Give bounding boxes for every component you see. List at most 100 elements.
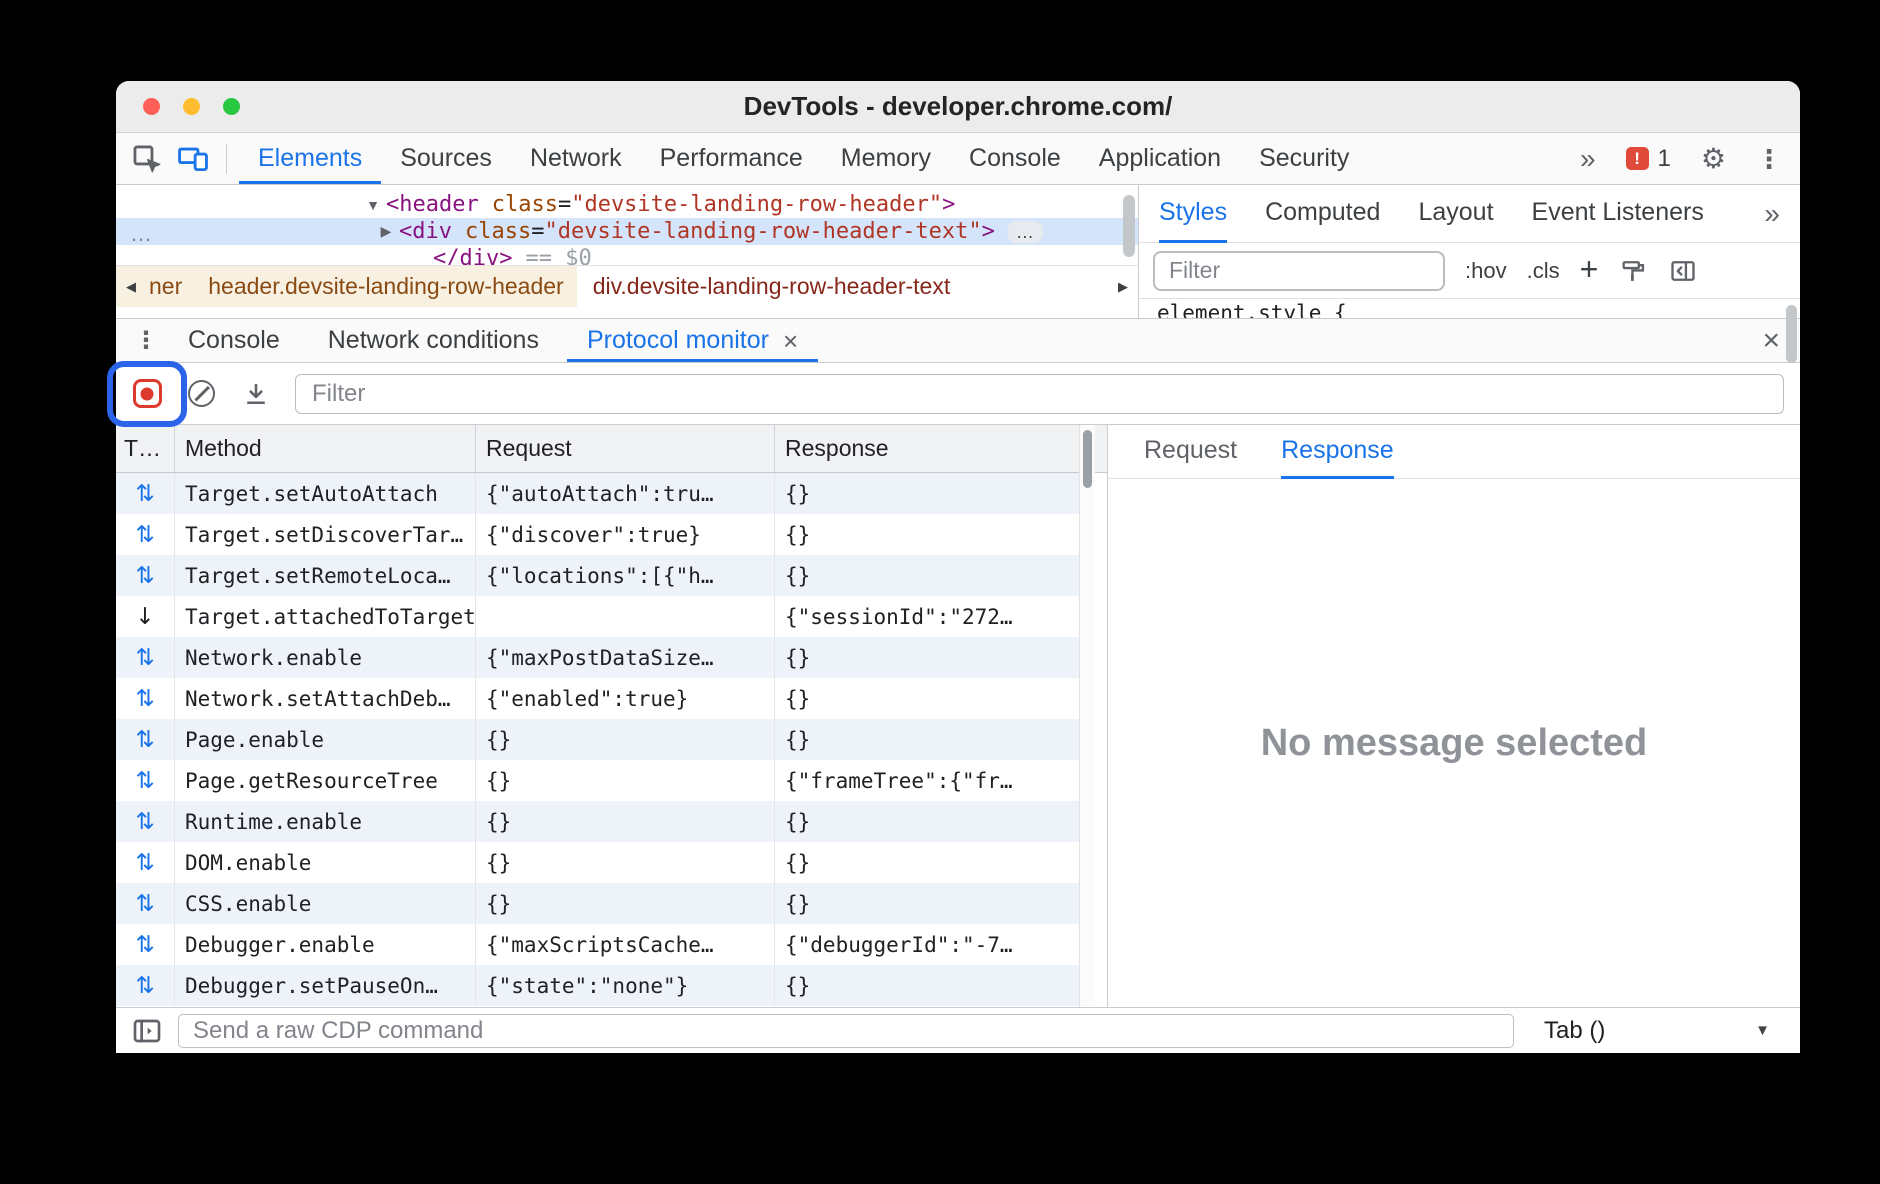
inspect-icon[interactable]	[130, 142, 164, 176]
record-button[interactable]	[133, 379, 162, 408]
direction-icon: ⇅	[116, 637, 175, 678]
toolbar-right-group: » ! 1 ⚙ ⋮	[1580, 145, 1782, 173]
expand-panel-icon[interactable]	[130, 1014, 164, 1048]
attr-name-token: class	[492, 192, 558, 217]
tab-elements[interactable]: Elements	[239, 133, 381, 184]
target-dropdown[interactable]: Tab () ▼	[1534, 1008, 1784, 1053]
drawer-tab-protocol-monitor[interactable]: Protocol monitor ×	[567, 319, 818, 362]
styles-tabs: Styles Computed Layout Event Listeners »	[1139, 185, 1800, 243]
more-sidebar-tabs-icon[interactable]: »	[1764, 200, 1780, 228]
clear-icon[interactable]	[188, 380, 215, 407]
table-scrollbar-thumb[interactable]	[1083, 430, 1092, 488]
table-row[interactable]: ⇅ Debugger.setPauseOn… {"state":"none"} …	[116, 965, 1080, 1006]
expand-open-icon[interactable]: ▼	[360, 197, 386, 213]
minimize-window-button[interactable]	[183, 98, 200, 115]
table-row[interactable]: ⇅ Runtime.enable {} {}	[116, 801, 1080, 842]
breadcrumb-right-arrow-icon[interactable]: ▶	[1108, 266, 1138, 307]
request-cell: {"autoAttach":tru…	[476, 473, 775, 514]
new-style-rule-button[interactable]: +	[1580, 251, 1599, 288]
close-tab-icon[interactable]: ×	[783, 328, 798, 354]
toggle-element-state-button[interactable]: :hov	[1465, 258, 1507, 284]
panels-area: ▼ <header class = "devsite-landing-row-h…	[116, 185, 1800, 319]
close-window-button[interactable]	[143, 98, 160, 115]
issues-badge[interactable]: ! 1	[1626, 145, 1671, 173]
tab-styles[interactable]: Styles	[1159, 185, 1227, 243]
tab-layout[interactable]: Layout	[1418, 185, 1493, 243]
empty-state-message: No message selected	[1261, 722, 1648, 765]
window-title: DevTools - developer.chrome.com/	[116, 91, 1800, 122]
table-scrollbar[interactable]	[1079, 425, 1095, 1007]
detail-tab-request[interactable]: Request	[1144, 425, 1237, 479]
table-row[interactable]: ⇅ Page.getResourceTree {} {"frameTree":{…	[116, 760, 1080, 801]
drawer-tab-label: Network conditions	[328, 326, 539, 355]
attr-value-token: "devsite-landing-row-header-text"	[544, 219, 981, 244]
table-row[interactable]: ⇅ DOM.enable {} {}	[116, 842, 1080, 883]
table-row[interactable]: ⇅ CSS.enable {} {}	[116, 883, 1080, 924]
tab-memory[interactable]: Memory	[822, 133, 950, 184]
direction-icon: ⇅	[116, 719, 175, 760]
tab-console[interactable]: Console	[950, 133, 1080, 184]
gutter-more-icon[interactable]: …	[130, 221, 154, 247]
request-cell: {}	[476, 719, 775, 760]
closing-tag-token: </div>	[433, 246, 512, 265]
panel-tabs: Elements Sources Network Performance Mem…	[239, 133, 1368, 184]
table-header-row: T… Method Request Response	[116, 425, 1107, 473]
record-button-anchor	[130, 377, 164, 411]
tab-sources[interactable]: Sources	[381, 133, 511, 184]
sidebar-toggle-icon[interactable]	[1668, 256, 1698, 286]
table-row[interactable]: ⇅ Page.enable {} {}	[116, 719, 1080, 760]
settings-gear-icon[interactable]: ⚙	[1701, 145, 1726, 173]
element-classes-button[interactable]: .cls	[1527, 258, 1560, 284]
tab-event-listeners[interactable]: Event Listeners	[1532, 185, 1704, 243]
tab-network[interactable]: Network	[511, 133, 641, 184]
dom-node-div-close[interactable]: </div> == $0	[116, 245, 1138, 265]
method-cell: Target.setRemoteLoca…	[175, 555, 476, 596]
tab-computed[interactable]: Computed	[1265, 185, 1380, 243]
tab-security[interactable]: Security	[1240, 133, 1368, 184]
dom-node-header-open[interactable]: ▼ <header class = "devsite-landing-row-h…	[116, 191, 1138, 218]
styles-filter-input[interactable]	[1153, 251, 1445, 291]
zoom-window-button[interactable]	[223, 98, 240, 115]
request-cell: {}	[476, 842, 775, 883]
drawer-menu-kebab-icon[interactable]: ⋮	[128, 319, 164, 362]
expand-closed-icon[interactable]: ▶	[373, 223, 399, 240]
table-row[interactable]: ⇅ Network.enable {"maxPostDataSize… {}	[116, 637, 1080, 678]
column-header-type: T…	[116, 425, 175, 472]
element-style-rule[interactable]: element.style {	[1157, 301, 1347, 318]
protocol-filter-input[interactable]	[295, 374, 1784, 414]
collapsed-content-icon[interactable]: …	[1007, 221, 1043, 243]
close-drawer-icon[interactable]: ×	[1762, 326, 1780, 356]
breadcrumb-item-header[interactable]: header.devsite-landing-row-header	[195, 266, 576, 307]
breadcrumb-left-arrow-icon[interactable]: ◀	[116, 266, 146, 307]
styles-scrollbar-thumb[interactable]	[1786, 305, 1797, 363]
response-cell: {}	[775, 678, 1080, 719]
cdp-command-input[interactable]	[178, 1014, 1514, 1048]
table-row[interactable]: ⇅ Network.setAttachDeb… {"enabled":true}…	[116, 678, 1080, 719]
table-body: ⇅ Target.setAutoAttach {"autoAttach":tru…	[116, 473, 1107, 1007]
column-header-request: Request	[476, 425, 775, 472]
table-row[interactable]: ⇅ Target.setRemoteLoca… {"locations":[{"…	[116, 555, 1080, 596]
table-row[interactable]: ⇅ Debugger.enable {"maxScriptsCache… {"d…	[116, 924, 1080, 965]
main-menu-kebab-icon[interactable]: ⋮	[1756, 146, 1782, 172]
paint-roller-icon[interactable]	[1618, 256, 1648, 286]
drawer-tab-console[interactable]: Console	[168, 319, 300, 362]
equals-token: =	[558, 192, 571, 217]
drawer-tab-network-conditions[interactable]: Network conditions	[308, 319, 559, 362]
tab-application[interactable]: Application	[1080, 133, 1240, 184]
breadcrumb-item-div-selected[interactable]: div.devsite-landing-row-header-text	[577, 266, 967, 307]
device-toolbar-icon[interactable]	[176, 142, 210, 176]
save-icon[interactable]	[241, 379, 271, 409]
method-cell: Debugger.enable	[175, 924, 476, 965]
table-row[interactable]: ⇅ Target.setAutoAttach {"autoAttach":tru…	[116, 473, 1080, 514]
method-cell: Debugger.setPauseOn…	[175, 965, 476, 1006]
detail-body: No message selected	[1108, 479, 1800, 1007]
table-row[interactable]: ↓ Target.attachedToTarget {"sessionId":"…	[116, 596, 1080, 637]
detail-tab-response[interactable]: Response	[1281, 425, 1394, 479]
elements-scrollbar-thumb[interactable]	[1123, 195, 1135, 257]
dom-node-div-selected[interactable]: ▶ <div class = "devsite-landing-row-head…	[116, 218, 1138, 245]
tab-performance[interactable]: Performance	[641, 133, 822, 184]
table-row[interactable]: ⇅ Target.setDiscoverTar… {"discover":tru…	[116, 514, 1080, 555]
drawer: ⋮ Console Network conditions Protocol mo…	[116, 319, 1800, 1053]
breadcrumb-item-clipped[interactable]: ner	[146, 266, 195, 307]
more-panels-icon[interactable]: »	[1580, 145, 1596, 173]
